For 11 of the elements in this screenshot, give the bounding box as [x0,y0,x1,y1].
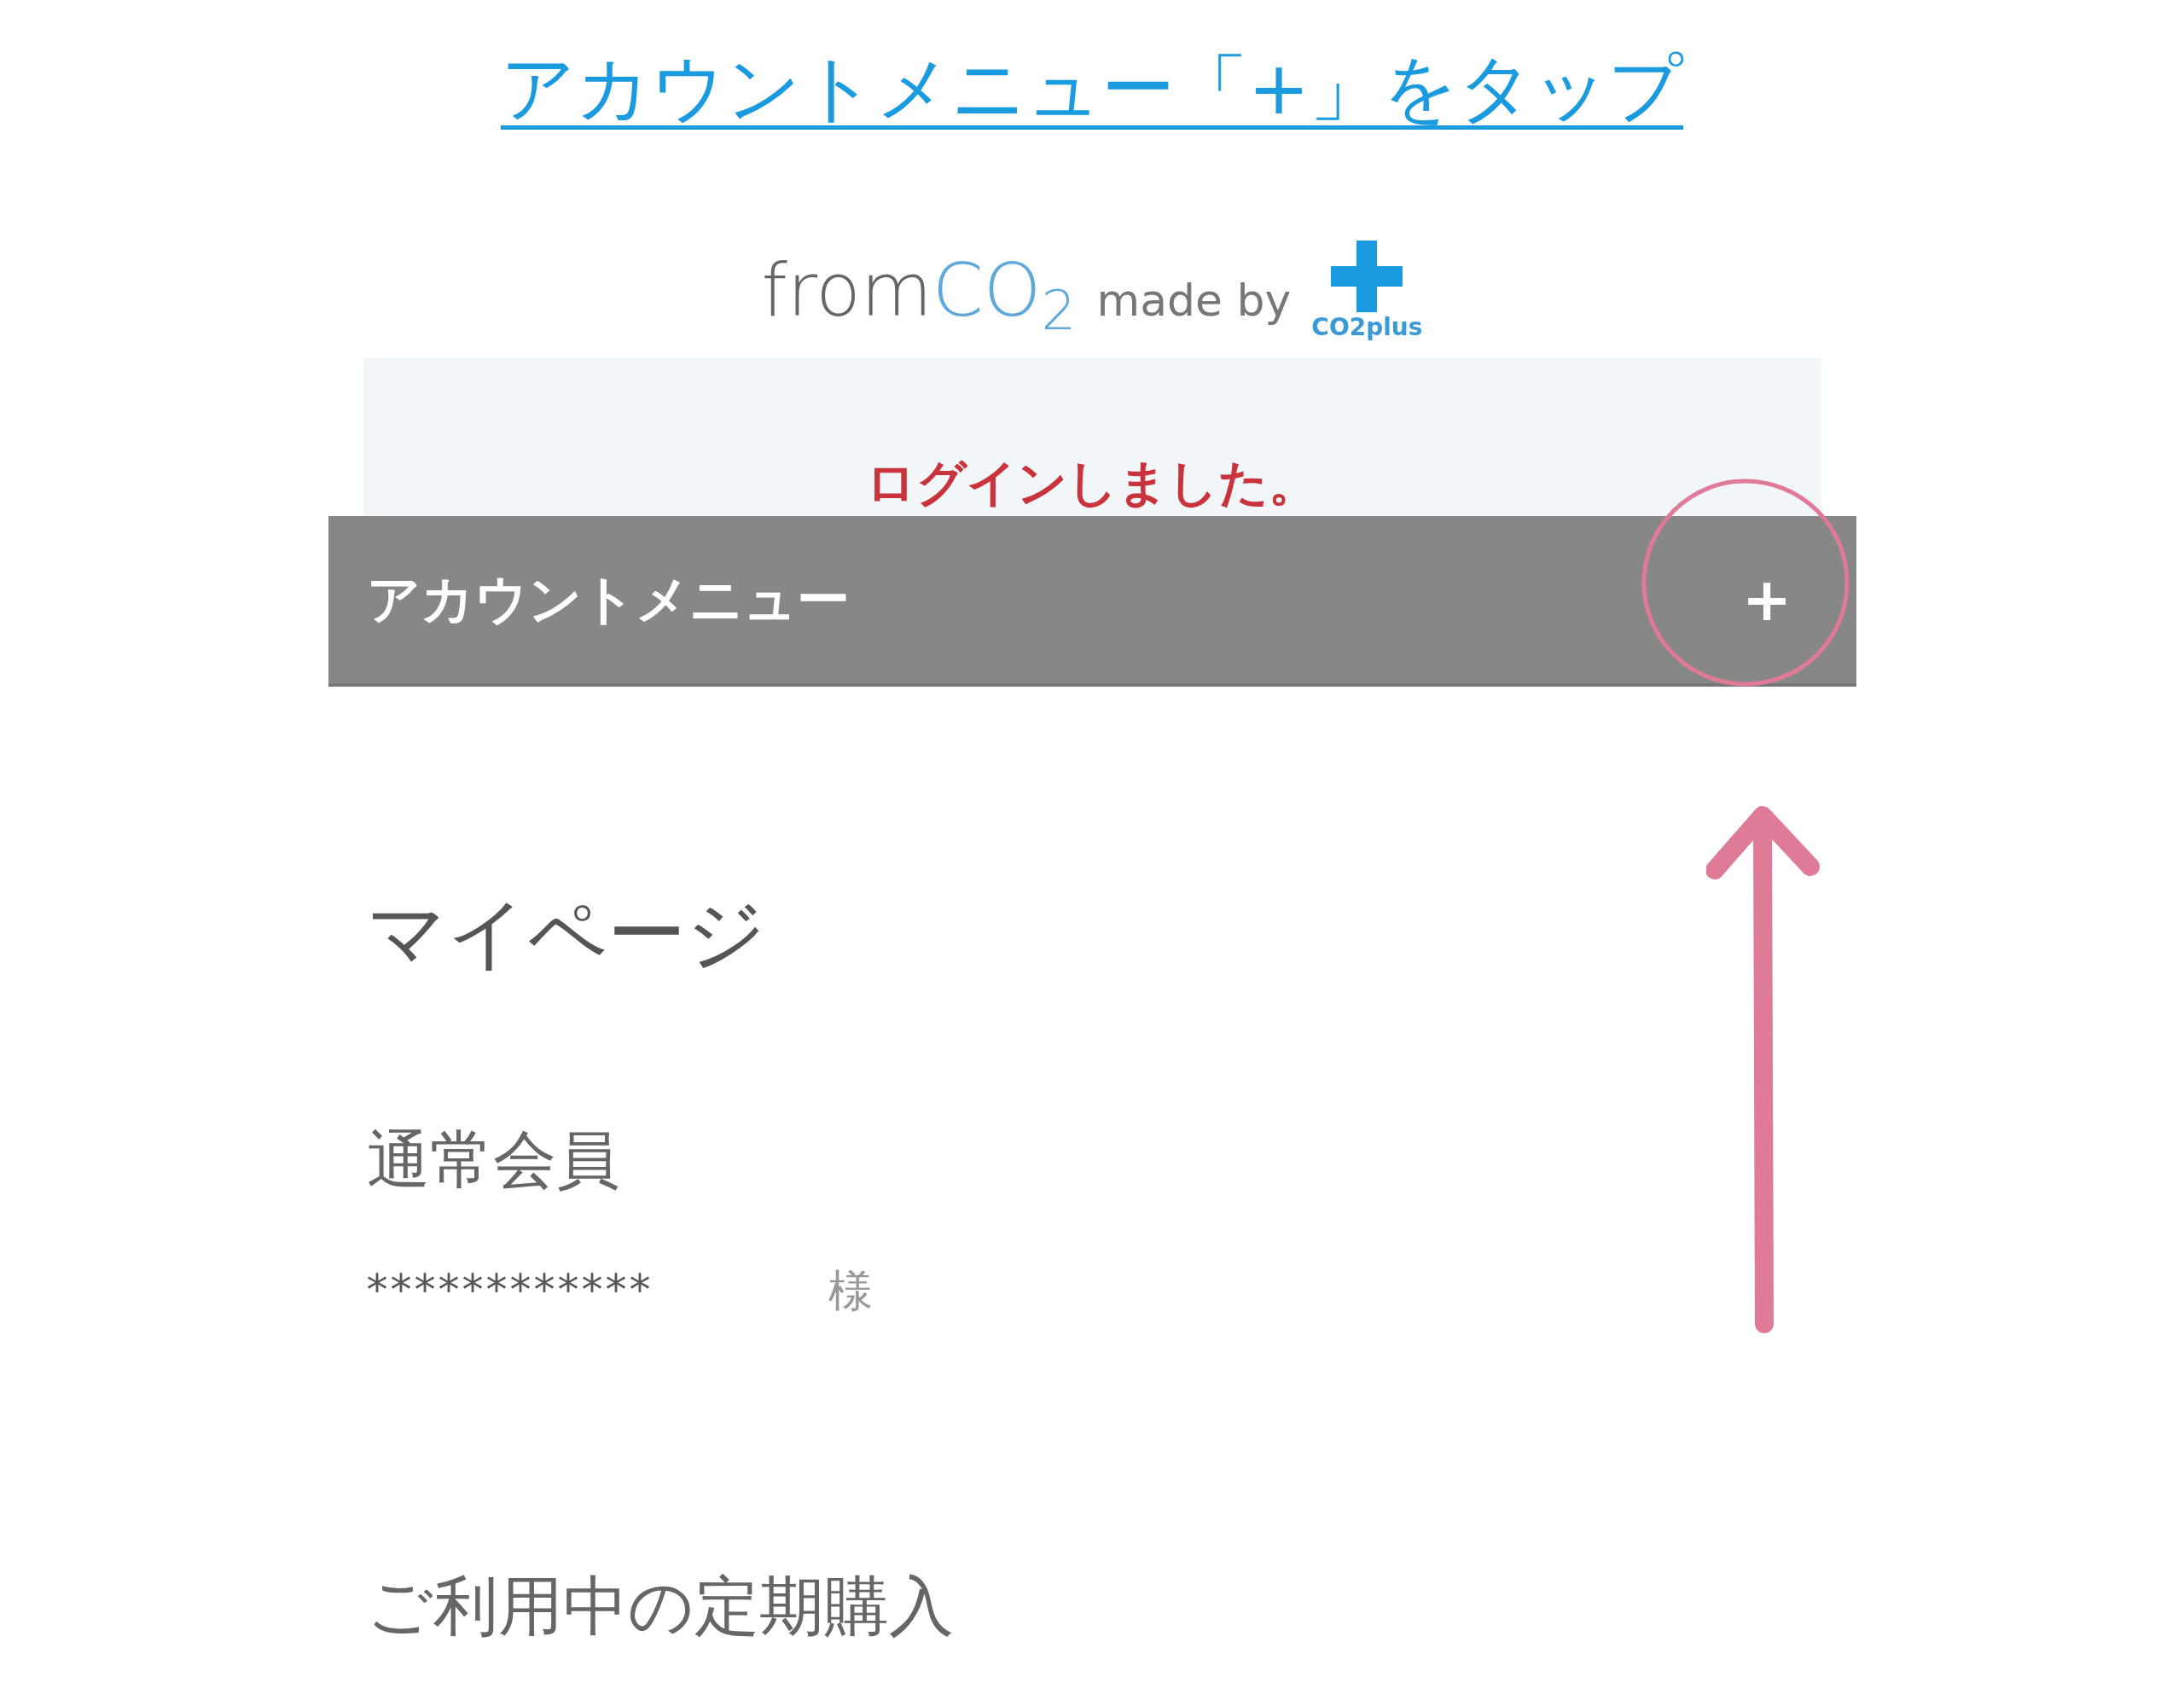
menu-title: アカウントメニュー [366,567,850,633]
page-title: マイページ [366,886,767,981]
plus-logo-icon [1331,240,1403,312]
membership-label: 通常会員 [366,1122,620,1198]
section-heading: ご利用中の定期購入 [366,1567,955,1645]
instruction-link[interactable]: アカウントメニュー「+」をタップ [500,41,1684,136]
honorific-text: 様 [828,1264,873,1318]
maker-name: CO2plus [1311,315,1423,339]
member-name: ************ [366,1264,653,1317]
expand-button[interactable]: + [1736,569,1798,630]
alert-message: ログインしました。 [866,457,1318,514]
